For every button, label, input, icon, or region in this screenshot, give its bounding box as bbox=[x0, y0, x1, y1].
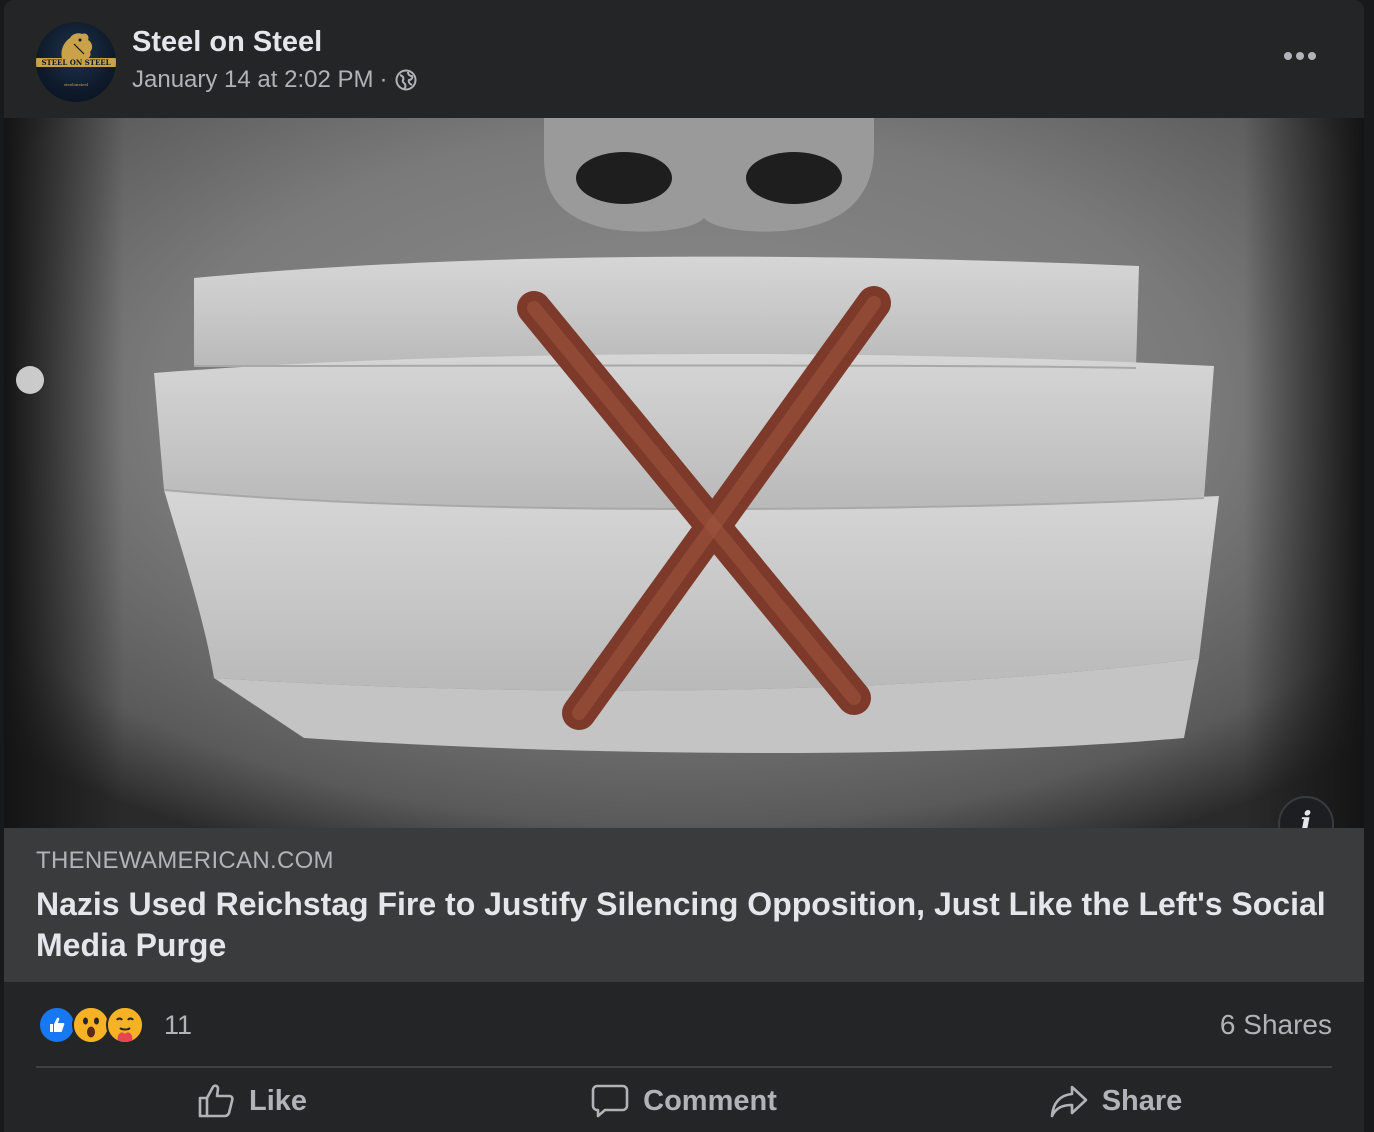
more-dots-icon bbox=[1284, 52, 1316, 60]
avatar-small-text: steelonsteel bbox=[63, 82, 89, 87]
share-button[interactable]: Share bbox=[900, 1070, 1332, 1132]
post-header: STEEL ON STEEL steelonsteel Steel on Ste… bbox=[4, 0, 1364, 118]
taped-mouth-image bbox=[4, 118, 1364, 828]
meta-separator: · bbox=[379, 66, 388, 93]
engagement-summary: 11 6 Shares bbox=[4, 982, 1364, 1066]
link-preview[interactable]: THENEWAMERICAN.COM Nazis Used Reichstag … bbox=[4, 828, 1364, 982]
care-reaction-icon bbox=[106, 1006, 144, 1044]
wow-reaction-icon bbox=[72, 1006, 110, 1044]
share-label: Share bbox=[1101, 1084, 1183, 1117]
divider bbox=[36, 1066, 1332, 1068]
shares-count[interactable]: 6 Shares bbox=[1220, 1008, 1332, 1042]
link-title[interactable]: Nazis Used Reichstag Fire to Justify Sil… bbox=[36, 884, 1326, 966]
page-avatar[interactable]: STEEL ON STEEL steelonsteel bbox=[36, 22, 116, 102]
link-preview-image[interactable] bbox=[4, 118, 1364, 828]
comment-button[interactable]: Comment bbox=[468, 1070, 900, 1132]
like-reaction-icon bbox=[38, 1006, 76, 1044]
post-meta: January 14 at 2:02 PM · bbox=[132, 64, 417, 96]
like-button[interactable]: Like bbox=[36, 1070, 468, 1132]
link-domain: THENEWAMERICAN.COM bbox=[36, 847, 334, 874]
more-options-button[interactable] bbox=[1278, 38, 1322, 74]
share-arrow-icon bbox=[1050, 1085, 1087, 1118]
comment-bubble-icon bbox=[591, 1084, 629, 1118]
like-label: Like bbox=[248, 1084, 308, 1117]
page-name-link[interactable]: Steel on Steel bbox=[132, 24, 322, 60]
comment-label: Comment bbox=[643, 1084, 777, 1117]
post-timestamp[interactable]: January 14 at 2:02 PM bbox=[132, 64, 373, 96]
avatar-band-text: STEEL ON STEEL bbox=[41, 58, 111, 67]
action-bar: Like Comment Share bbox=[36, 1070, 1332, 1132]
reaction-icons[interactable] bbox=[38, 1006, 144, 1044]
globe-icon[interactable] bbox=[395, 69, 417, 91]
reaction-count[interactable]: 11 bbox=[164, 1008, 192, 1042]
post-card: STEEL ON STEEL steelonsteel Steel on Ste… bbox=[4, 0, 1364, 1132]
thumbs-up-icon bbox=[198, 1084, 234, 1118]
